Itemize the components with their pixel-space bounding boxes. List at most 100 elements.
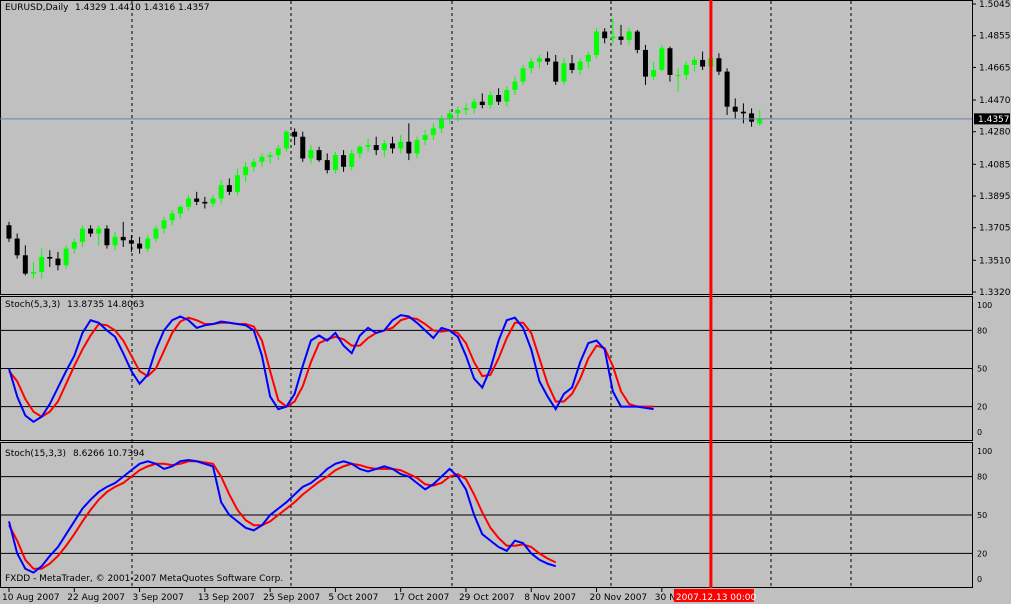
candle-body-81 bbox=[667, 48, 673, 75]
time-tick-label-2: 3 Sep 2007 bbox=[133, 593, 184, 603]
candle-body-20 bbox=[169, 213, 175, 221]
candle-body-92 bbox=[757, 118, 763, 124]
candle-body-21 bbox=[177, 206, 183, 214]
candle-body-9 bbox=[79, 228, 85, 242]
candle-body-85 bbox=[700, 59, 706, 67]
candle-body-66 bbox=[545, 58, 551, 62]
price-tick-label-8: 1.3510 bbox=[979, 256, 1011, 266]
candle-body-3 bbox=[30, 271, 36, 274]
candle-body-63 bbox=[520, 68, 526, 82]
price-tick-label-4: 1.4280 bbox=[979, 128, 1011, 138]
candle-body-35 bbox=[292, 131, 298, 137]
candle-body-46 bbox=[381, 143, 387, 151]
candle-body-22 bbox=[186, 198, 192, 207]
stoch2-tick-label-1: 80 bbox=[977, 473, 987, 482]
time-tick-label-5: 5 Oct 2007 bbox=[328, 593, 378, 603]
candle-body-8 bbox=[71, 241, 77, 249]
candle-body-54 bbox=[447, 113, 453, 119]
copyright-text: FXDD - MetaTrader, © 2001-2007 MetaQuote… bbox=[5, 574, 283, 584]
candle-body-10 bbox=[88, 228, 94, 234]
price-tick-label-6: 1.3895 bbox=[979, 192, 1011, 202]
candle-body-62 bbox=[512, 81, 518, 90]
stoch1-tick-label-0: 100 bbox=[977, 301, 992, 310]
candle-body-18 bbox=[153, 228, 159, 239]
candle-body-50 bbox=[414, 140, 420, 154]
candle-body-75 bbox=[618, 36, 624, 40]
stoch2-tick-label-0: 100 bbox=[977, 447, 992, 456]
candle-body-41 bbox=[341, 155, 347, 167]
time-tick-label-8: 8 Nov 2007 bbox=[524, 593, 576, 603]
candle-body-68 bbox=[561, 63, 567, 82]
candle-body-73 bbox=[602, 31, 608, 39]
candle-body-60 bbox=[496, 94, 502, 102]
candle-body-78 bbox=[642, 49, 648, 77]
candle-body-28 bbox=[234, 175, 240, 192]
candle-body-26 bbox=[218, 185, 224, 199]
candle-body-40 bbox=[332, 155, 338, 171]
stoch2-title: Stoch(15,3,3) bbox=[5, 449, 66, 459]
candle-body-7 bbox=[63, 248, 69, 266]
candle-body-2 bbox=[22, 255, 28, 274]
candle-body-0 bbox=[6, 225, 12, 239]
price-tick-label-3: 1.4470 bbox=[979, 96, 1011, 106]
candle-body-83 bbox=[683, 64, 689, 75]
candle-body-87 bbox=[716, 58, 722, 72]
candle-body-47 bbox=[390, 143, 396, 149]
stoch2-tick-label-3: 20 bbox=[977, 549, 987, 558]
stoch1-title: Stoch(5,3,3) bbox=[5, 300, 60, 310]
candle-body-24 bbox=[202, 201, 208, 204]
time-tick-label-0: 10 Aug 2007 bbox=[2, 593, 60, 603]
candle-body-6 bbox=[55, 258, 61, 266]
trading-chart: 100 80 50 20 0 100 80 50 20 0 1.5045 1.4855 1.4665 1… bbox=[0, 0, 1011, 604]
candle-body-42 bbox=[349, 153, 355, 167]
candle-body-57 bbox=[471, 101, 477, 109]
candle-body-39 bbox=[324, 160, 330, 171]
stoch2-tick-label-2: 50 bbox=[977, 511, 987, 520]
ohlc-readout: 1.4329 1.4410 1.4316 1.4357 bbox=[75, 3, 210, 13]
candle-body-17 bbox=[145, 238, 151, 249]
candle-body-31 bbox=[259, 156, 265, 162]
candle-body-23 bbox=[194, 198, 200, 202]
chart-symbol-title: EURUSD,Daily bbox=[5, 3, 69, 13]
candle-body-91 bbox=[749, 113, 755, 122]
candle-body-58 bbox=[479, 101, 485, 106]
candle-body-27 bbox=[226, 185, 232, 192]
candle-body-1 bbox=[14, 238, 20, 256]
candle-body-64 bbox=[528, 61, 534, 69]
candle-body-84 bbox=[691, 59, 697, 65]
candle-body-79 bbox=[651, 69, 657, 77]
price-tick-label-5: 1.4085 bbox=[979, 160, 1011, 170]
time-tick-label-3: 13 Sep 2007 bbox=[198, 593, 255, 603]
candle-body-80 bbox=[659, 48, 665, 70]
candle-body-45 bbox=[373, 145, 379, 151]
candle-body-32 bbox=[267, 155, 273, 157]
candle-body-38 bbox=[316, 150, 322, 161]
price-tick-label-1: 1.4855 bbox=[979, 32, 1011, 42]
stoch1-tick-label-3: 20 bbox=[977, 403, 987, 412]
candle-body-29 bbox=[243, 166, 249, 176]
candle-body-76 bbox=[626, 31, 632, 40]
stoch1-tick-label-2: 50 bbox=[977, 365, 987, 374]
candle-body-4 bbox=[39, 256, 45, 272]
stoch1-tick-label-4: 0 bbox=[977, 428, 982, 437]
stoch1-values: 13.8735 14.8063 bbox=[67, 300, 144, 310]
stoch2-values: 8.6266 10.7394 bbox=[73, 449, 145, 459]
time-tick-label-4: 25 Sep 2007 bbox=[263, 593, 320, 603]
cursor-time-label: 2007.12.13 00:00 bbox=[676, 593, 757, 603]
candle-body-52 bbox=[430, 128, 436, 136]
candle-body-82 bbox=[675, 74, 681, 76]
time-tick-label-1: 22 Aug 2007 bbox=[67, 593, 125, 603]
candle-body-88 bbox=[724, 71, 730, 107]
bid-price-label: 1.4357 bbox=[978, 115, 1010, 125]
candle-body-77 bbox=[634, 31, 640, 50]
time-tick-label-7: 29 Oct 2007 bbox=[459, 593, 515, 603]
price-tick-label-7: 1.3705 bbox=[979, 224, 1011, 234]
candle-body-25 bbox=[210, 198, 216, 204]
candle-body-43 bbox=[357, 146, 363, 154]
candle-body-15 bbox=[128, 240, 134, 244]
candle-body-69 bbox=[569, 63, 575, 70]
candle-body-74 bbox=[610, 36, 616, 39]
candle-body-65 bbox=[536, 58, 542, 62]
candle-body-33 bbox=[275, 148, 281, 156]
candle-body-56 bbox=[463, 108, 469, 111]
